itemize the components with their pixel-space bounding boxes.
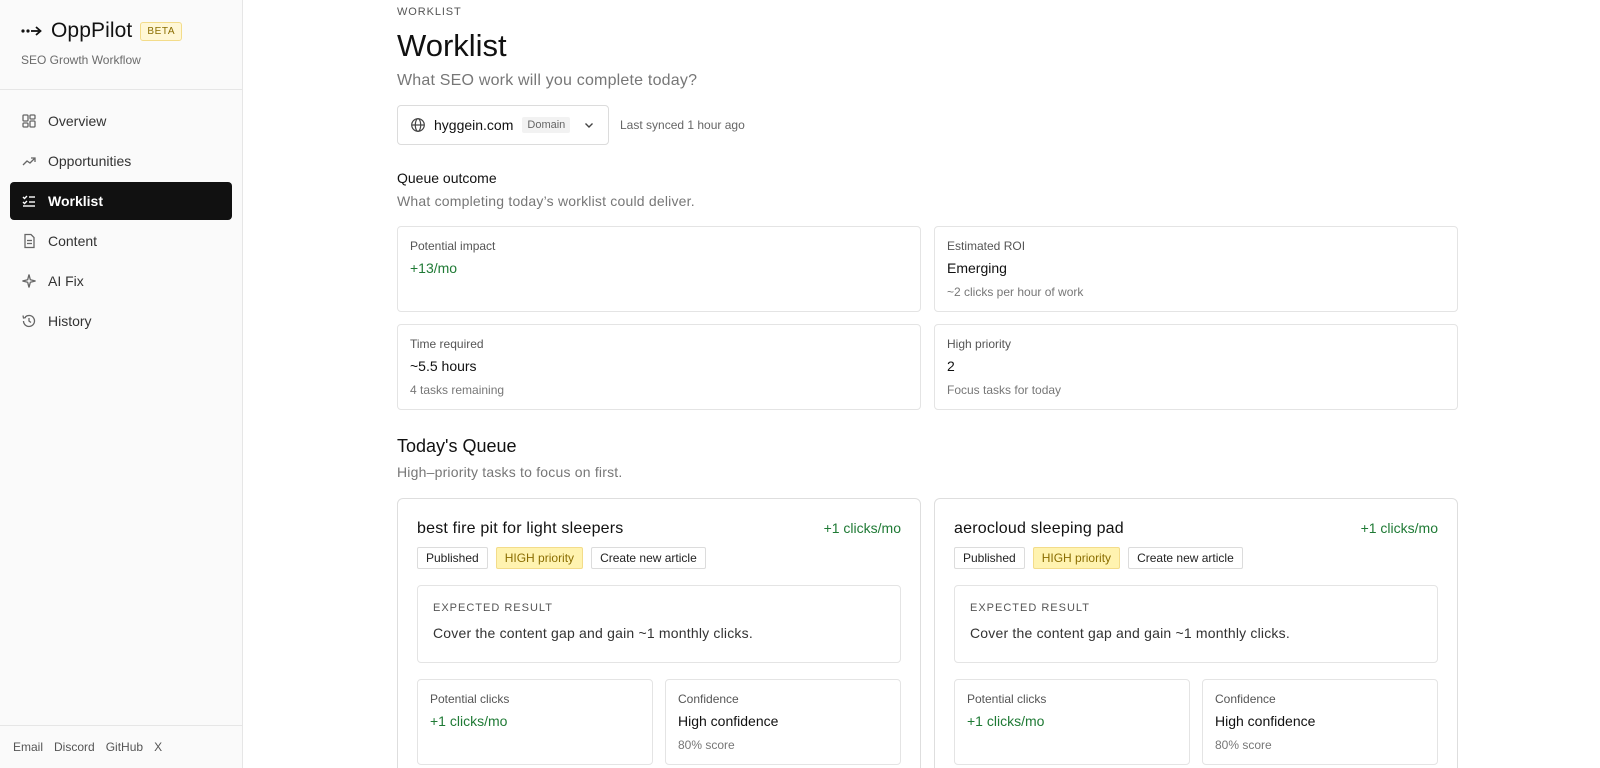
footer-link-x[interactable]: X xyxy=(154,740,162,754)
action-badge: Create new article xyxy=(591,547,706,569)
stat-label: Potential impact xyxy=(410,239,496,253)
task-metrics: Potential clicks +1 clicks/mo Confidence… xyxy=(417,679,901,765)
sidebar-item-label: Content xyxy=(48,233,98,249)
sidebar-item-history[interactable]: History xyxy=(10,302,232,340)
chevron-down-icon xyxy=(585,123,593,128)
expected-result-box: EXPECTED RESULT Cover the content gap an… xyxy=(417,585,901,663)
metric-note: 80% score xyxy=(1215,738,1272,752)
globe-icon xyxy=(411,118,425,132)
potential-clicks-card: Potential clicks +1 clicks/mo xyxy=(954,679,1190,765)
task-title: best fire pit for light sleepers xyxy=(417,520,624,537)
stat-card-estimated-roi: Estimated ROI Emerging ~2 clicks per hou… xyxy=(934,226,1458,312)
sidebar-item-label: Overview xyxy=(48,113,107,129)
sidebar-item-label: History xyxy=(48,313,92,329)
metric-value: +1 clicks/mo xyxy=(967,713,1045,729)
task-card[interactable]: aerocloud sleeping pad +1 clicks/mo Publ… xyxy=(934,498,1458,768)
queue-subtitle: High–priority tasks to focus on first. xyxy=(397,464,623,480)
footer-link-discord[interactable]: Discord xyxy=(54,740,95,754)
status-badge: Published xyxy=(417,547,488,569)
history-icon xyxy=(22,314,36,328)
task-header: aerocloud sleeping pad +1 clicks/mo xyxy=(954,520,1438,538)
brand-block: OppPilot BETA SEO Growth Workflow xyxy=(0,0,242,90)
task-badges: Published HIGH priority Create new artic… xyxy=(417,547,901,569)
task-metrics: Potential clicks +1 clicks/mo Confidence… xyxy=(954,679,1438,765)
document-icon xyxy=(24,233,35,249)
metric-value: High confidence xyxy=(678,713,779,729)
task-card[interactable]: best fire pit for light sleepers +1 clic… xyxy=(397,498,921,768)
sidebar-item-worklist[interactable]: Worklist xyxy=(10,182,232,220)
sidebar: OppPilot BETA SEO Growth Workflow Overvi… xyxy=(0,0,243,768)
confidence-card: Confidence High confidence 80% score xyxy=(1202,679,1438,765)
stat-card-time-required: Time required ~5.5 hours 4 tasks remaini… xyxy=(397,324,921,410)
domain-select[interactable]: hyggein.com Domain xyxy=(397,105,609,145)
stat-note: Focus tasks for today xyxy=(947,383,1062,397)
sidebar-item-label: Worklist xyxy=(48,193,103,209)
stat-label: Estimated ROI xyxy=(947,239,1026,253)
stat-value: Emerging xyxy=(947,260,1007,276)
metric-value: High confidence xyxy=(1215,713,1316,729)
sidebar-item-opportunities[interactable]: Opportunities xyxy=(10,142,232,180)
expected-result-box: EXPECTED RESULT Cover the content gap an… xyxy=(954,585,1438,663)
footer-link-github[interactable]: GitHub xyxy=(106,740,143,754)
task-header: best fire pit for light sleepers +1 clic… xyxy=(417,520,901,538)
brand-logo-icon xyxy=(21,26,42,36)
expected-result-label: EXPECTED RESULT xyxy=(433,602,553,614)
list-check-icon xyxy=(22,195,35,207)
footer-link-email[interactable]: Email xyxy=(13,740,43,754)
page-subtitle: What SEO work will you complete today? xyxy=(397,72,698,89)
confidence-card: Confidence High confidence 80% score xyxy=(665,679,901,765)
domain-tag: Domain xyxy=(522,117,571,133)
sparkle-icon xyxy=(22,274,36,288)
stat-note: 4 tasks remaining xyxy=(410,383,505,397)
page-title: Worklist xyxy=(397,28,507,63)
app-root: OppPilot BETA SEO Growth Workflow Overvi… xyxy=(0,0,1600,768)
queue-title: Today's Queue xyxy=(397,436,517,456)
brand-subtitle: SEO Growth Workflow xyxy=(21,53,141,67)
stat-label: Time required xyxy=(410,337,484,351)
sidebar-nav: Overview Opportunities Worklist Content … xyxy=(0,90,242,340)
brand-row[interactable]: OppPilot BETA xyxy=(21,19,221,42)
breadcrumb: WORKLIST xyxy=(397,6,462,18)
expected-result-text: Cover the content gap and gain ~1 monthl… xyxy=(433,625,753,641)
task-clicks: +1 clicks/mo xyxy=(1360,520,1438,536)
sidebar-item-ai-fix[interactable]: AI Fix xyxy=(10,262,232,300)
metric-label: Confidence xyxy=(1215,692,1276,706)
grid-icon xyxy=(22,114,36,128)
beta-badge: BETA xyxy=(140,21,183,41)
expected-result-text: Cover the content gap and gain ~1 monthl… xyxy=(970,625,1290,641)
priority-badge: HIGH priority xyxy=(495,547,584,569)
stat-note: ~2 clicks per hour of work xyxy=(947,285,1084,299)
stat-card-high-priority: High priority 2 Focus tasks for today xyxy=(934,324,1458,410)
metric-label: Potential clicks xyxy=(967,692,1047,706)
metric-note: 80% score xyxy=(678,738,735,752)
stat-value: +13/mo xyxy=(410,260,458,276)
stat-card-potential-impact: Potential impact +13/mo xyxy=(397,226,921,312)
metric-label: Potential clicks xyxy=(430,692,510,706)
task-badges: Published HIGH priority Create new artic… xyxy=(954,547,1438,569)
metric-value: +1 clicks/mo xyxy=(430,713,508,729)
sidebar-item-content[interactable]: Content xyxy=(10,222,232,260)
sidebar-footer: Email Discord GitHub X xyxy=(0,725,242,768)
brand-name: OppPilot xyxy=(51,19,133,42)
last-synced-text: Last synced 1 hour ago xyxy=(620,118,745,132)
outcome-title: Queue outcome xyxy=(397,170,497,186)
action-badge: Create new article xyxy=(1128,547,1243,569)
stat-value: ~5.5 hours xyxy=(410,358,477,374)
expected-result-label: EXPECTED RESULT xyxy=(970,602,1090,614)
outcome-subtitle: What completing today’s worklist could d… xyxy=(397,193,695,209)
potential-clicks-card: Potential clicks +1 clicks/mo xyxy=(417,679,653,765)
status-badge: Published xyxy=(954,547,1025,569)
priority-badge: HIGH priority xyxy=(1032,547,1121,569)
sidebar-item-overview[interactable]: Overview xyxy=(10,102,232,140)
stat-label: High priority xyxy=(947,337,1012,351)
main-area: WORKLIST Worklist What SEO work will you… xyxy=(243,0,1600,768)
sidebar-item-label: Opportunities xyxy=(48,153,132,169)
stat-value: 2 xyxy=(947,358,955,374)
sidebar-item-label: AI Fix xyxy=(48,273,84,289)
metric-label: Confidence xyxy=(678,692,739,706)
task-title: aerocloud sleeping pad xyxy=(954,520,1124,537)
domain-name: hyggein.com xyxy=(434,117,514,133)
trending-up-icon xyxy=(22,157,36,166)
task-clicks: +1 clicks/mo xyxy=(823,520,901,536)
